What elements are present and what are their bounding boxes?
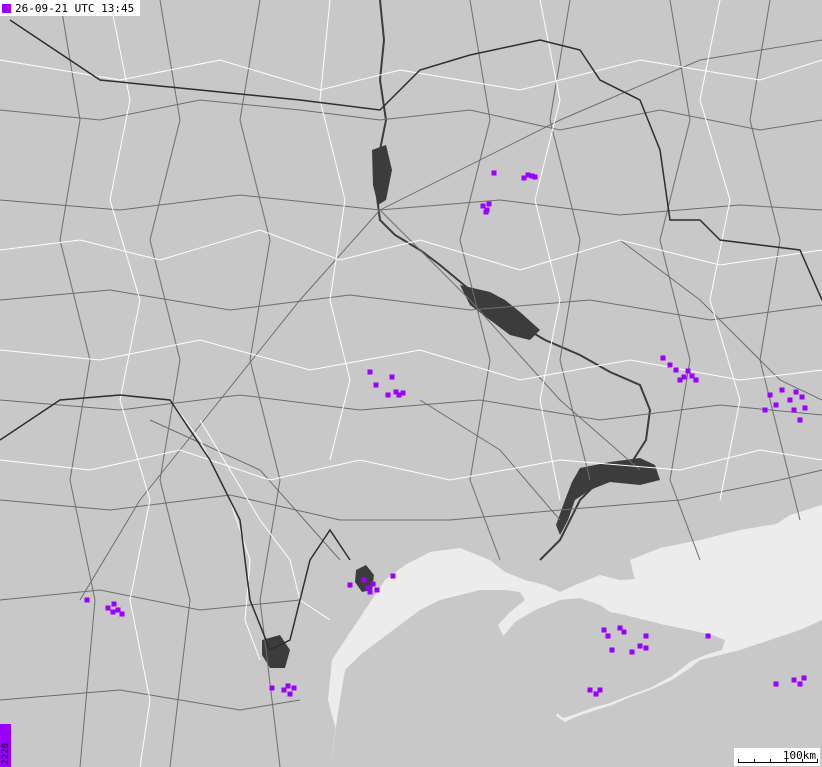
lightning-strike-luhansk <box>797 417 803 423</box>
lightning-strike-kharkiv-east <box>532 174 538 180</box>
lightning-strike-kuban <box>773 681 779 687</box>
lightning-strike-donetsk <box>677 377 683 383</box>
lightning-map[interactable] <box>0 0 822 767</box>
lightning-strike-crimea-north <box>637 643 643 649</box>
lightning-strike-odesa <box>347 582 353 588</box>
lightning-strike-kerch <box>705 633 711 639</box>
lightning-strike-crimea-north <box>605 633 611 639</box>
lightning-strike-kuban <box>797 681 803 687</box>
lightning-strike-luhansk <box>787 397 793 403</box>
lightning-strike-danube-delta <box>269 685 275 691</box>
lightning-strike-crimea-north <box>621 629 627 635</box>
timestamp-header: 26-09-21 UTC 13:45 <box>0 0 141 16</box>
scale-line <box>738 762 818 763</box>
lightning-strike-danube-delta <box>287 691 293 697</box>
lightning-strike-crimea-south <box>597 687 603 693</box>
lightning-strike-donetsk <box>667 362 673 368</box>
scale-tick <box>802 759 803 763</box>
scale-tick <box>786 759 787 763</box>
lightning-strike-donetsk <box>693 377 699 383</box>
lightning-strike-crimea-north <box>629 649 635 655</box>
legend-bar: 2220 <box>0 724 11 767</box>
lightning-strike-odesa <box>390 573 396 579</box>
scale-tick <box>754 759 755 763</box>
lightning-strike-luhansk <box>773 402 779 408</box>
scale-bar: 100km <box>734 748 820 766</box>
lightning-strike-luhansk <box>793 389 799 395</box>
lightning-strike-crimea-north <box>609 647 615 653</box>
lightning-strike-luhansk <box>762 407 768 413</box>
lightning-strike-luhansk <box>802 405 808 411</box>
lightning-strike-kirovohrad <box>367 369 373 375</box>
lightning-strike-odesa <box>370 581 376 587</box>
lightning-strike-moldova-west <box>84 597 90 603</box>
lightning-strike-moldova-west <box>119 611 125 617</box>
lightning-strike-crimea-north <box>643 633 649 639</box>
lightning-strike-luhansk <box>799 394 805 400</box>
lightning-strike-kirovohrad <box>400 390 406 396</box>
lightning-strike-crimea-south <box>587 687 593 693</box>
lightning-strike-donetsk <box>660 355 666 361</box>
lightning-strike-donetsk <box>685 368 691 374</box>
lightning-strike-moldova-west <box>111 601 117 607</box>
lightning-strike-luhansk <box>791 407 797 413</box>
lightning-strike-kuban <box>801 675 807 681</box>
lightning-strike-poltava <box>483 209 489 215</box>
legend-count: 2220 <box>0 743 11 765</box>
lightning-strike-danube-delta <box>291 685 297 691</box>
lightning-strike-kharkiv-east <box>491 170 497 176</box>
timestamp-text: 26-09-21 UTC 13:45 <box>15 1 135 15</box>
lightning-strike-moldova-west <box>110 609 116 615</box>
scale-label: 100km <box>782 749 816 762</box>
lightning-strike-donetsk <box>673 367 679 373</box>
lightning-strike-poltava <box>486 201 492 207</box>
lightning-strike-luhansk <box>779 387 785 393</box>
lightning-strike-kuban <box>791 677 797 683</box>
scale-tick <box>738 759 739 763</box>
strike-color-swatch <box>2 3 11 13</box>
scale-tick <box>770 759 771 763</box>
lightning-strike-crimea-north <box>601 627 607 633</box>
lightning-strike-kirovohrad <box>373 382 379 388</box>
lightning-strike-kirovohrad <box>389 374 395 380</box>
lightning-strike-odesa <box>367 589 373 595</box>
lightning-strike-odesa <box>374 587 380 593</box>
lightning-strike-moldova-west <box>105 605 111 611</box>
lightning-strike-crimea-north <box>643 645 649 651</box>
scale-tick <box>817 759 818 763</box>
lightning-strike-kirovohrad <box>385 392 391 398</box>
lightning-strike-danube-delta <box>285 683 291 689</box>
lightning-strike-luhansk <box>767 392 773 398</box>
lightning-strike-odesa <box>361 577 367 583</box>
